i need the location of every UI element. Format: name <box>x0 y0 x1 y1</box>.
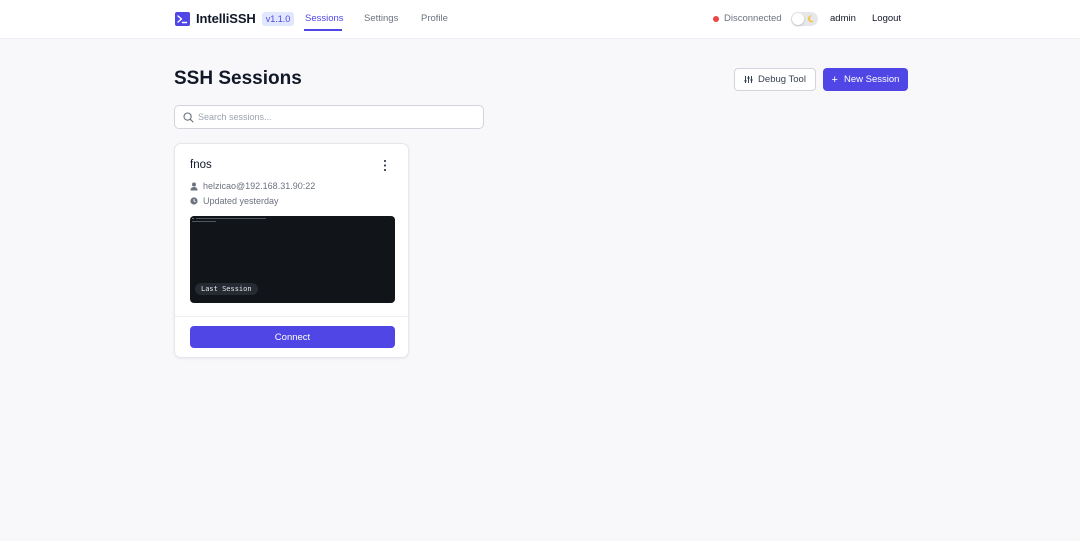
tab-sessions[interactable]: Sessions <box>305 13 344 24</box>
theme-toggle[interactable] <box>791 12 818 26</box>
tab-settings[interactable]: Settings <box>364 13 398 24</box>
clock-icon <box>190 197 198 205</box>
session-updated: Updated yesterday <box>190 196 279 206</box>
host-text: helzicao@192.168.31.90:22 <box>203 181 316 191</box>
plus-icon: + <box>831 73 838 86</box>
card-divider <box>175 316 408 317</box>
toggle-knob <box>792 13 804 25</box>
active-tab-indicator <box>304 29 342 31</box>
terminal-text-line <box>196 218 266 219</box>
terminal-logo-icon <box>175 11 190 26</box>
top-nav-bar: IntelliSSH v1.1.0 Sessions Settings Prof… <box>0 0 1080 39</box>
terminal-preview[interactable]: Last Session <box>190 216 395 303</box>
brand[interactable]: IntelliSSH v1.1.0 <box>175 11 295 26</box>
new-session-label: New Session <box>843 74 900 85</box>
debug-tool-button[interactable]: Debug Tool <box>734 68 816 91</box>
app-name: IntelliSSH <box>196 11 256 26</box>
user-icon <box>190 182 198 190</box>
new-session-button[interactable]: + New Session <box>823 68 908 91</box>
page-title: SSH Sessions <box>174 68 302 89</box>
moon-icon <box>807 15 815 23</box>
search-input[interactable] <box>198 109 478 125</box>
last-session-badge: Last Session <box>195 283 258 295</box>
tab-profile[interactable]: Profile <box>421 13 448 24</box>
search-icon <box>183 112 194 123</box>
connection-status: Disconnected <box>713 13 782 24</box>
session-card[interactable]: fnos helzicao@192.168.31.90:22 Updated y… <box>174 143 409 358</box>
terminal-text-line <box>192 218 194 219</box>
status-label: Disconnected <box>724 13 782 24</box>
more-vertical-icon[interactable] <box>380 159 390 172</box>
terminal-text-line <box>192 221 216 222</box>
updated-text: Updated yesterday <box>203 196 279 206</box>
username: admin <box>830 13 856 24</box>
sliders-icon <box>744 76 753 83</box>
status-dot-icon <box>713 15 719 22</box>
connect-button[interactable]: Connect <box>190 326 395 348</box>
logout-link[interactable]: Logout <box>872 13 901 24</box>
search-box[interactable] <box>174 105 484 129</box>
version-badge: v1.1.0 <box>261 11 295 26</box>
debug-tool-label: Debug Tool <box>758 74 806 85</box>
session-host: helzicao@192.168.31.90:22 <box>190 181 315 191</box>
session-name: fnos <box>190 159 212 171</box>
